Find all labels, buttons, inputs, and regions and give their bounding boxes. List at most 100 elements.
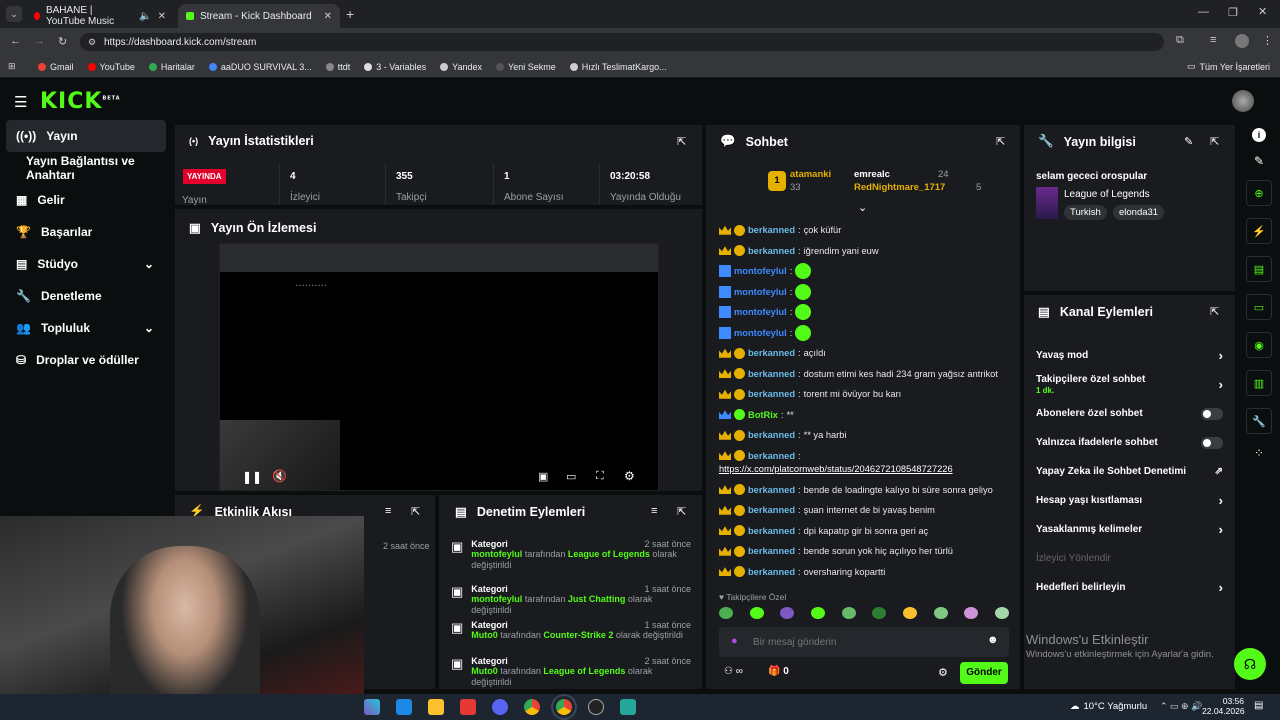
- popout-icon[interactable]: ⇱: [411, 505, 420, 518]
- edit-icon[interactable]: ✎: [1184, 135, 1193, 148]
- minimize-button[interactable]: —: [1198, 6, 1209, 18]
- mod-user[interactable]: montofeylul: [471, 549, 522, 559]
- bookmark-ttdt[interactable]: ttdt: [325, 62, 350, 72]
- info-icon[interactable]: i: [1252, 128, 1266, 142]
- emoji-icon[interactable]: ☻: [987, 634, 999, 646]
- site-info-icon[interactable]: ⚙: [88, 37, 96, 48]
- pip-icon[interactable]: ▣: [538, 470, 548, 483]
- discord-icon[interactable]: [492, 699, 508, 715]
- emote-icon[interactable]: [749, 607, 764, 619]
- kick-logo[interactable]: KICKBETA: [40, 89, 121, 114]
- tag-pill[interactable]: elonda31: [1113, 205, 1165, 220]
- emote-icon[interactable]: [780, 607, 795, 619]
- store-icon[interactable]: [396, 699, 412, 715]
- action-slow-mode[interactable]: Yavaş mod ›: [1024, 341, 1235, 370]
- obs-icon[interactable]: [588, 699, 604, 715]
- chrome-icon[interactable]: [524, 699, 540, 715]
- chat-username[interactable]: berkanned: [748, 389, 795, 399]
- popout-icon[interactable]: ⇱: [996, 135, 1005, 148]
- extensions-icon[interactable]: ⧉: [1176, 34, 1184, 47]
- bookmark-youtube[interactable]: YouTube: [87, 62, 135, 72]
- emote-icon[interactable]: [810, 607, 825, 619]
- chat-username[interactable]: berkanned: [748, 348, 795, 358]
- mute-icon[interactable]: 🔇: [272, 469, 287, 483]
- video-player[interactable]: ▪ ▪ ▪ ▪ ▪ ▪ ▪ ▪ ▪ ▪ ❚❚ 🔇 ▣ ▭ ⛶ ⚙: [219, 243, 659, 491]
- forward-icon[interactable]: →: [34, 35, 45, 47]
- sidebar-item-moderation[interactable]: 🔧 Denetleme: [0, 280, 172, 312]
- chat-username[interactable]: berkanned: [748, 567, 795, 577]
- chrome-active-icon[interactable]: [551, 694, 577, 720]
- chat-input-field[interactable]: [753, 633, 973, 651]
- wps-icon[interactable]: [460, 699, 476, 715]
- action-banned-words[interactable]: Yasaklanmış kelimeler ›: [1024, 515, 1235, 544]
- filter-icon[interactable]: ≡: [651, 505, 657, 517]
- chat-username[interactable]: montofeylul: [734, 328, 787, 338]
- tab-kick-dashboard[interactable]: Stream - Kick Dashboard ✕: [178, 4, 340, 28]
- chat-username[interactable]: berkanned: [748, 505, 795, 515]
- close-icon[interactable]: ✕: [324, 11, 332, 22]
- popout-icon[interactable]: ⇱: [677, 135, 686, 148]
- chat-username[interactable]: berkanned: [748, 526, 795, 536]
- send-button[interactable]: Gönder: [960, 662, 1008, 684]
- sidebar-item-drops[interactable]: ⛁ Droplar ve ödüller: [0, 344, 172, 376]
- reload-icon[interactable]: ↻: [58, 35, 67, 48]
- tag-pill[interactable]: Turkish: [1064, 205, 1107, 220]
- folder-icon[interactable]: [428, 699, 444, 715]
- gifter-name[interactable]: atamanki: [790, 169, 831, 180]
- emote-icon[interactable]: [964, 607, 979, 619]
- sidebar-item-community[interactable]: 👥 Topluluk ⌄: [0, 312, 172, 344]
- action-account-age[interactable]: Hesap yaşı kısıtlaması ›: [1024, 486, 1235, 515]
- chat-link[interactable]: https://x.com/platcornweb/status/2046272…: [719, 464, 953, 474]
- bookmark-gmail[interactable]: Gmail: [38, 62, 74, 72]
- emote-icon[interactable]: [994, 607, 1009, 619]
- popout-icon[interactable]: ⇱: [1210, 135, 1219, 148]
- notification-icon[interactable]: ▤: [1254, 700, 1263, 711]
- window-close-button[interactable]: ✕: [1258, 5, 1267, 18]
- apps-icon[interactable]: ⊞: [8, 61, 16, 72]
- filter-icon[interactable]: ≡: [385, 505, 391, 517]
- chat-username[interactable]: berkanned: [748, 225, 795, 235]
- emote-icon[interactable]: [719, 607, 733, 619]
- chat-username[interactable]: berkanned: [748, 430, 795, 440]
- all-bookmarks[interactable]: ▭ Tüm Yer İşaretleri: [1187, 61, 1270, 72]
- action-goals[interactable]: Hedefleri belirleyin ›: [1024, 573, 1235, 602]
- chat-username[interactable]: BotRix: [748, 410, 778, 420]
- emote-icon[interactable]: [841, 607, 856, 619]
- category-name[interactable]: League of Legends: [1064, 189, 1150, 200]
- back-icon[interactable]: ←: [10, 35, 21, 47]
- theater-icon[interactable]: ▭: [566, 470, 576, 483]
- gift-indicator[interactable]: 🎁 0: [768, 666, 789, 677]
- sidebar-item-stream[interactable]: ((•)) Yayın: [6, 120, 166, 152]
- chat-username[interactable]: berkanned: [748, 546, 795, 556]
- tray-icons[interactable]: ⌃ ▭ ⊕ 🔊: [1160, 701, 1202, 712]
- chat-username[interactable]: berkanned: [748, 451, 795, 461]
- chat-username[interactable]: montofeylul: [734, 266, 787, 276]
- copilot-icon[interactable]: [364, 699, 380, 715]
- chat-username[interactable]: montofeylul: [734, 307, 787, 317]
- sidebar-item-revenue[interactable]: ▦ Gelir: [0, 184, 172, 216]
- restore-button[interactable]: ❐: [1228, 6, 1238, 19]
- more-icon[interactable]: ⁘: [1254, 446, 1264, 460]
- popout-icon[interactable]: ⇱: [677, 505, 686, 518]
- chat-username[interactable]: berkanned: [748, 246, 795, 256]
- action-ai-moderation[interactable]: Yapay Zeka ile Sohbet Denetimi ⇗: [1024, 457, 1235, 486]
- url-field[interactable]: ⚙ https://dashboard.kick.com/stream: [80, 33, 1164, 51]
- bookmark-kargo[interactable]: Hızlı TeslimatKargo...: [569, 62, 667, 72]
- emote-icon[interactable]: [902, 607, 917, 619]
- bookmark-aaduo[interactable]: aaDUO SURVIVAL 3...: [208, 62, 312, 72]
- app-icon[interactable]: [620, 699, 636, 715]
- reading-list-icon[interactable]: ≡: [1210, 34, 1216, 46]
- action-emotes-only[interactable]: Yalnızca ifadelerle sohbet: [1024, 428, 1235, 457]
- microphone-icon[interactable]: ●: [731, 635, 738, 647]
- gifter-name[interactable]: RedNightmare_1717: [854, 182, 945, 193]
- chat-input[interactable]: ● ☻: [719, 627, 1009, 657]
- mod-user[interactable]: Muto0: [471, 630, 498, 640]
- emotes-only-toggle[interactable]: [1201, 436, 1223, 449]
- weather-widget[interactable]: ☁ 10°C Yağmurlu: [1070, 701, 1147, 712]
- support-button[interactable]: ☊: [1234, 648, 1266, 680]
- wrench-icon[interactable]: 🔧: [1246, 408, 1272, 434]
- emote-icon[interactable]: [933, 607, 948, 619]
- bolt-icon[interactable]: ⚡: [1246, 218, 1272, 244]
- chat-username[interactable]: montofeylul: [734, 287, 787, 297]
- bookmark-variables[interactable]: 3 - Variables: [364, 62, 426, 72]
